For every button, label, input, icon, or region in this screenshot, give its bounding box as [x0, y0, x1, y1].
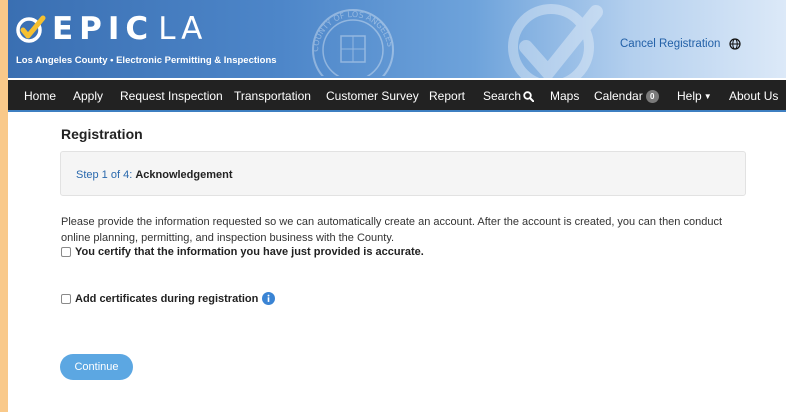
nav-request-inspection[interactable]: Request Inspection: [120, 89, 223, 103]
certificates-label: Add certificates during registration: [75, 292, 259, 305]
nav-help-label: Help: [677, 89, 702, 103]
nav-maps[interactable]: Maps: [550, 89, 579, 103]
step-indicator: Step 1 of 4: Acknowledgement: [60, 151, 746, 196]
continue-button[interactable]: Continue: [60, 354, 133, 380]
step-name: Acknowledgement: [135, 169, 233, 181]
nav-calendar-label: Calendar: [594, 89, 643, 103]
info-icon[interactable]: [262, 292, 276, 305]
page-title: Registration: [61, 126, 143, 142]
search-icon: [523, 90, 535, 102]
check-logo-icon: [16, 15, 46, 43]
nav-about-us[interactable]: About Us: [729, 89, 778, 103]
intro-text: Please provide the information requested…: [61, 216, 723, 244]
check-watermark-icon: [508, 4, 603, 78]
certify-checkbox[interactable]: [61, 247, 71, 257]
calendar-count-badge: 0: [645, 89, 659, 103]
step-label: Step 1 of 4:: [76, 169, 133, 181]
caret-down-icon: ▼: [703, 91, 712, 101]
page-frame: EPIC LA Los Angeles County • Electronic …: [8, 0, 786, 412]
nav-search-label: Search: [483, 89, 522, 103]
step-text: Step 1 of 4: Acknowledgement: [76, 169, 233, 181]
nav-home[interactable]: Home: [24, 89, 56, 103]
globe-icon[interactable]: [729, 38, 741, 50]
nav-report[interactable]: Report: [429, 89, 465, 103]
certify-row[interactable]: You certify that the information you hav…: [61, 246, 424, 258]
logo-epic-text: EPIC: [52, 11, 155, 47]
header-banner: EPIC LA Los Angeles County • Electronic …: [8, 0, 786, 78]
nav-apply[interactable]: Apply: [73, 89, 103, 103]
certify-label: You certify that the information you hav…: [75, 246, 424, 258]
logo-subtitle: Los Angeles County • Electronic Permitti…: [16, 55, 277, 66]
main-nav: Home Apply Request Inspection Transporta…: [8, 80, 786, 112]
nav-customer-survey[interactable]: Customer Survey: [326, 89, 419, 103]
cancel-registration-link[interactable]: Cancel Registration: [620, 38, 720, 50]
certificates-checkbox[interactable]: [61, 293, 71, 304]
nav-transportation[interactable]: Transportation: [234, 89, 311, 103]
nav-calendar[interactable]: Calendar 0: [594, 89, 659, 103]
logo-la-text: LA: [158, 11, 208, 47]
nav-search[interactable]: Search: [483, 89, 535, 103]
nav-help[interactable]: Help ▼: [677, 89, 712, 103]
certificates-row[interactable]: Add certificates during registration: [61, 292, 276, 305]
epicla-logo[interactable]: EPIC LA: [16, 11, 208, 47]
county-seal-watermark-icon: COUNTY OF LOS ANGELES: [311, 9, 395, 76]
